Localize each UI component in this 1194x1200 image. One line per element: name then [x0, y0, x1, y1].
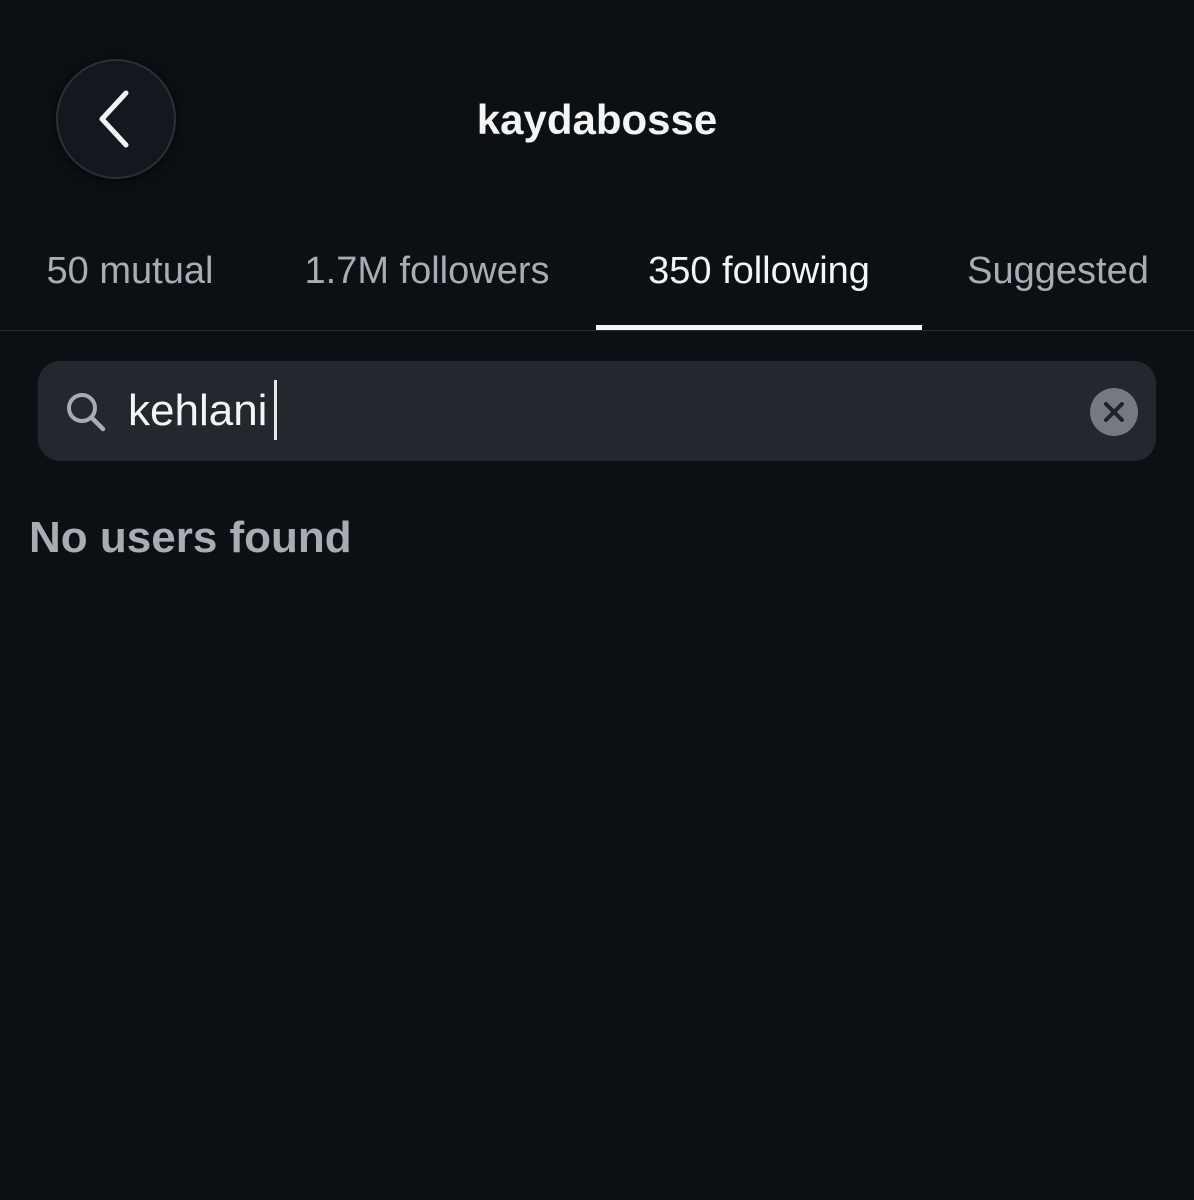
tab-mutual[interactable]: 50 mutual [17, 212, 243, 330]
clear-search-button[interactable] [1090, 388, 1138, 436]
tab-followers[interactable]: 1.7M followers [268, 212, 586, 330]
search-input[interactable] [128, 361, 1068, 461]
tab-following[interactable]: 350 following [596, 212, 922, 330]
active-tab-indicator [596, 325, 922, 330]
text-cursor [274, 380, 277, 440]
search-icon [67, 393, 106, 432]
clear-icon [1104, 402, 1124, 422]
tab-bar: 50 mutual 1.7M followers 350 following S… [0, 212, 1194, 331]
no-results-message: No users found [29, 513, 352, 562]
page-title: kaydabosse [476, 96, 718, 143]
tab-suggested[interactable]: Suggested [942, 212, 1174, 330]
